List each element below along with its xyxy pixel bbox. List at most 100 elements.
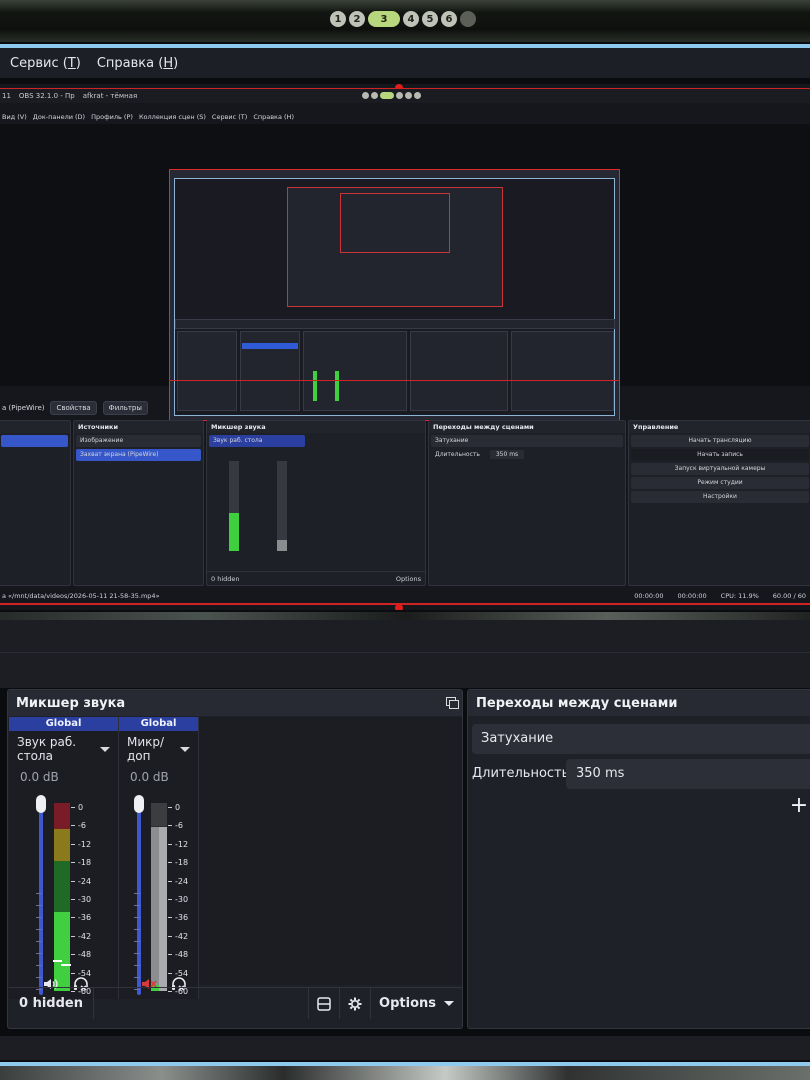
scene-transitions-dock: Переходы между сценами Затухание Длитель… [467, 689, 810, 1029]
transition-select[interactable]: Затухание [472, 724, 810, 754]
inner-topbar-item: afkrat - тёмная [82, 92, 138, 100]
duration-input[interactable]: 350 ms [566, 759, 810, 789]
inner-properties-button[interactable]: Свойства [50, 401, 97, 415]
workspace-6[interactable]: 6 [441, 11, 457, 27]
fader-ticks [134, 893, 140, 990]
selection-handle-bottom[interactable] [395, 604, 403, 610]
inner-mixer-channel: Звук раб. стола [209, 435, 305, 447]
inner-topbar-item: 11 [2, 92, 11, 100]
layout-icon [317, 996, 331, 1011]
inner-start-stream-button[interactable]: Начать трансляцию [631, 435, 809, 447]
audio-mixer-title-text: Микшер звука [16, 696, 126, 711]
recursive-preview-frame [169, 169, 620, 421]
scale-tick [168, 899, 172, 900]
inner-status-bar: a «/mnt/data/videos/2026-05-11 21-58-35.… [0, 590, 810, 602]
channel-volume-db: 0.0 dB [20, 770, 59, 784]
scale-tick [71, 899, 75, 900]
inner-mixer-title: Микшер звука [207, 421, 425, 433]
add-transition-button[interactable]: + [785, 793, 810, 821]
options-dropdown-button[interactable]: Options [370, 988, 462, 1019]
inner-cpu-usage: CPU: 11.9% [720, 592, 759, 600]
volume-fader-knob[interactable] [134, 795, 144, 813]
channel-name-dropdown[interactable]: Микр/доп [119, 731, 198, 767]
inner-source-item[interactable]: Захват экрана (PipeWire) [76, 449, 201, 461]
inner-stream-time: 00:00:00 [677, 592, 707, 600]
inner-start-recording-button[interactable]: Начать запись [631, 449, 809, 461]
undock-icon[interactable] [446, 697, 459, 709]
scale-label: 0 [175, 803, 181, 812]
inner-virtual-camera-button[interactable]: Запуск виртуальной камеры [631, 463, 809, 475]
volume-fader-knob[interactable] [36, 795, 46, 813]
workspace-1[interactable]: 1 [330, 11, 346, 27]
channel-header: Global [9, 717, 118, 731]
scale-tick [71, 807, 75, 808]
inner-menu-item: Справка (H) [253, 112, 294, 121]
inner-source-item[interactable]: Изображение [76, 435, 201, 447]
menu-help[interactable]: Справка (Н) [97, 56, 178, 71]
channel-name: Микр/доп [127, 735, 165, 763]
desktop-wallpaper [0, 1066, 810, 1080]
inner-fps: 60.00 / 60 [772, 592, 806, 600]
scale-tick [71, 935, 75, 937]
scale-tick [71, 880, 75, 882]
scale-label: 0 [78, 803, 84, 812]
inner-sources-title: Источники [74, 421, 203, 433]
advanced-audio-button[interactable] [339, 988, 370, 1019]
inner-transitions-title: Переходы между сценами [429, 421, 625, 433]
scale-tick [71, 917, 75, 919]
workspace-empty[interactable] [460, 11, 476, 27]
inner-settings-button[interactable]: Настройки [631, 491, 809, 503]
scale-tick [168, 880, 172, 882]
scale-label: -48 [175, 950, 189, 960]
layout-toggle-button[interactable] [308, 988, 339, 1019]
inner-sources-dock: Источники Изображение Захват экрана (Pip… [73, 420, 204, 586]
scale-tick [168, 807, 172, 808]
channel-name-dropdown[interactable]: Звук раб. стола [9, 731, 118, 767]
workspace-4[interactable]: 4 [403, 11, 419, 27]
workspace-indicator: 1 2 3 4 5 6 [330, 11, 476, 27]
scale-label: -24 [78, 876, 92, 886]
inner-transition-select[interactable]: Затухание [431, 435, 623, 447]
volume-meter [53, 803, 63, 991]
inner-topbar-item: OBS 32.1.0 - Пр [18, 92, 75, 100]
channel-name: Звук раб. стола [17, 735, 77, 763]
inner-scenes-dock [0, 420, 71, 586]
inner-studio-mode-button[interactable]: Режим студии [631, 477, 809, 489]
audio-mixer-title: Микшер звука [8, 690, 462, 716]
inner-menu-item: Сервис (T) [211, 112, 248, 121]
inner-source-label: a (PipeWire) [2, 404, 45, 412]
menu-bar: Сервис (Т) Справка (Н) [0, 48, 810, 78]
inner-workspace-indicator [362, 92, 421, 99]
scale-tick [168, 917, 172, 919]
audio-mixer-dock: Микшер звука Global Звук раб. стола 0.0 … [7, 689, 463, 1029]
inner-menu-item: Коллекция сцен (S) [138, 112, 206, 121]
scene-transitions-title: Переходы между сценами [468, 690, 810, 716]
bottom-panel [0, 1036, 810, 1060]
inner-duration-value[interactable]: 350 ms [489, 450, 525, 459]
workspace-2[interactable]: 2 [349, 11, 365, 27]
inner-transitions-dock: Переходы между сценами Затухание Длитель… [428, 420, 626, 586]
workspace-3[interactable]: 3 [368, 11, 400, 27]
scale-label: -42 [78, 931, 92, 941]
mixer-channels: Global Звук раб. стола 0.0 dB 0 -6 -12 -18 -… [9, 717, 462, 999]
inner-mixer-hidden: 0 hidden [211, 575, 240, 583]
scale-label: -12 [78, 839, 92, 849]
menu-tools[interactable]: Сервис (Т) [10, 56, 81, 71]
scale-label: -36 [78, 913, 92, 923]
scale-label: -6 [78, 821, 86, 831]
mixer-channel-mic: Global Микр/доп 0.0 dB 0 -6 -12 -18 -24 -30 -3… [119, 717, 199, 999]
scale-tick [71, 825, 75, 827]
inner-controls-dock: Управление Начать трансляцию Начать запи… [628, 420, 810, 586]
workspace-5[interactable]: 5 [422, 11, 438, 27]
scale-tick [71, 862, 75, 864]
hidden-sources-button[interactable]: 0 hidden [9, 988, 94, 1019]
inner-controls-title: Управление [629, 421, 810, 433]
inner-mixer-options[interactable]: Options [396, 575, 421, 583]
chevron-down-icon [180, 746, 190, 752]
scale-tick [168, 843, 172, 845]
gear-icon [348, 997, 362, 1010]
inner-duration-label: Длительность [435, 451, 480, 458]
volume-meter [151, 803, 159, 991]
inner-filters-button[interactable]: Фильтры [102, 401, 148, 415]
volume-meter [159, 803, 167, 991]
